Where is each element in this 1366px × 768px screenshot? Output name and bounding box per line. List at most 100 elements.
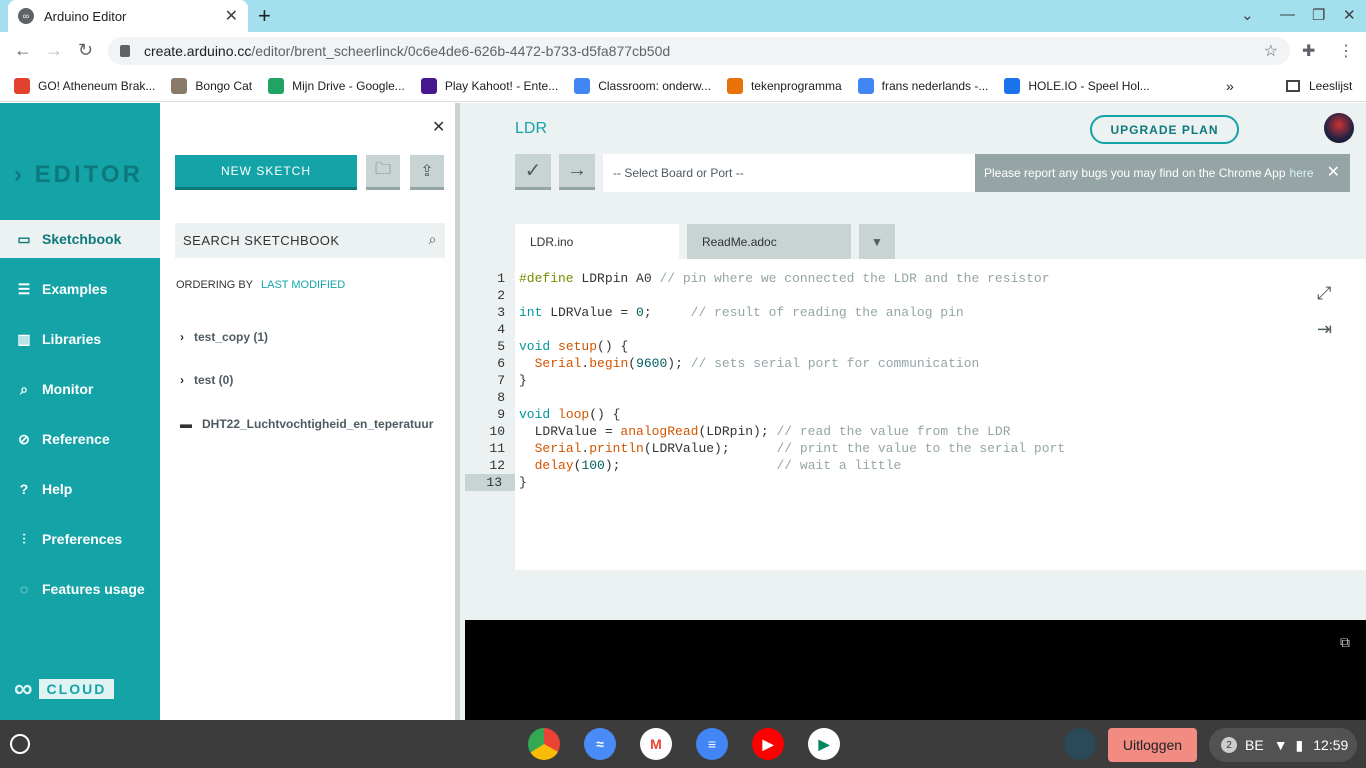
monitor-icon: ⌕: [20, 380, 28, 397]
address-bar[interactable]: create.arduino.cc/editor/brent_scheerlin…: [108, 37, 1290, 65]
bookmark-item[interactable]: GO! Atheneum Brak...: [14, 77, 156, 94]
forward-icon[interactable]: →: [45, 40, 63, 61]
close-window-icon[interactable]: ✕: [1343, 6, 1356, 24]
chevron-right-icon: ›: [180, 330, 184, 344]
keyboard-layout: BE: [1245, 737, 1264, 753]
sidebar-item-preferences[interactable]: ⫶ Preferences: [0, 520, 160, 558]
new-sketch-button[interactable]: NEW SKETCH: [175, 155, 357, 190]
bug-report-link[interactable]: here: [1290, 166, 1314, 180]
docs-app-icon[interactable]: ≡: [696, 728, 728, 760]
code-line[interactable]: void setup() {: [519, 338, 628, 355]
tab-readme-adoc[interactable]: ReadMe.adoc: [687, 224, 851, 259]
bookmark-star-icon[interactable]: ☆: [1264, 41, 1278, 61]
bookmark-item[interactable]: tekenprogramma: [726, 77, 842, 94]
close-notice-icon[interactable]: ✕: [1327, 162, 1340, 182]
code-editor[interactable]: 1 2 3 4 5 6 7 8 9 10 11 12 13 #define LDRpin A0 // p…: [465, 259, 1366, 570]
google-icon: [574, 77, 591, 94]
sidebar-item-sketchbook[interactable]: ▭ Sketchbook: [0, 220, 160, 258]
arrow-right-icon: →: [567, 159, 587, 181]
menu-icon[interactable]: ⋮: [1338, 41, 1354, 61]
code-line[interactable]: Serial.begin(9600); // sets serial port …: [519, 355, 980, 372]
sidebar-item-label: Libraries: [42, 331, 102, 347]
tab-menu-button[interactable]: ▼: [859, 224, 895, 259]
bookmark-item[interactable]: Play Kahoot! - Ente...: [420, 77, 558, 94]
close-tab-icon[interactable]: ✕: [225, 6, 238, 26]
reading-list-label[interactable]: Leeslijst: [1309, 79, 1352, 93]
code-line[interactable]: int LDRValue = 0; // result of reading t…: [519, 304, 964, 321]
logout-button[interactable]: Uitloggen: [1108, 728, 1197, 762]
play-store-app-icon[interactable]: ▶: [808, 728, 840, 760]
sidebar-item-features-usage[interactable]: ◌ Features usage: [0, 570, 160, 608]
youtube-app-icon[interactable]: ▶: [752, 728, 784, 760]
search-placeholder: SEARCH SKETCHBOOK: [183, 233, 340, 248]
gmail-app-icon[interactable]: M: [640, 728, 672, 760]
tab-ldr-ino[interactable]: LDR.ino: [515, 224, 679, 259]
code-line[interactable]: Serial.println(LDRValue); // print the v…: [519, 440, 1066, 457]
upload-sketch-button[interactable]: →: [559, 154, 595, 190]
launcher-icon[interactable]: [10, 734, 30, 754]
bookmark-item[interactable]: frans nederlands -...: [857, 77, 988, 94]
sketch-folder-test-copy[interactable]: › test_copy (1): [180, 330, 268, 344]
minimize-icon[interactable]: —: [1280, 6, 1295, 23]
indent-icon[interactable]: ⇥: [1317, 319, 1332, 340]
line-number: 9: [497, 407, 505, 422]
fullscreen-icon[interactable]: ⤢: [1317, 283, 1331, 304]
board-port-select[interactable]: -- Select Board or Port --: [603, 154, 975, 192]
upgrade-plan-button[interactable]: UPGRADE PLAN: [1090, 115, 1239, 144]
serial-console: ⧉: [465, 620, 1366, 720]
search-icon[interactable]: ⌕: [429, 231, 437, 248]
code-line[interactable]: void loop() {: [519, 406, 620, 423]
bookmark-item[interactable]: Mijn Drive - Google...: [268, 77, 405, 94]
browser-tabstrip: ∞ Arduino Editor ✕ + ⌄ — ❐ ✕: [0, 0, 1366, 32]
back-icon[interactable]: ←: [14, 40, 32, 61]
wallpaper-app-icon[interactable]: ≈: [584, 728, 616, 760]
code-line[interactable]: LDRValue = analogRead(LDRpin); // read t…: [519, 423, 1011, 440]
new-folder-button[interactable]: 🗀: [366, 155, 400, 190]
library-icon: ▥: [17, 330, 31, 347]
url-host: create.arduino.cc: [144, 43, 252, 59]
close-icon[interactable]: ✕: [432, 117, 445, 137]
reload-icon[interactable]: ↻: [78, 40, 93, 61]
checkmark-icon: ✓: [524, 160, 542, 182]
upload-button[interactable]: ⇪: [410, 155, 444, 190]
status-tray[interactable]: 2 BE ▼ ▮ 12:59: [1209, 728, 1357, 762]
code-line[interactable]: }: [519, 474, 527, 491]
reading-list-icon[interactable]: [1286, 79, 1300, 92]
code-line[interactable]: }: [519, 372, 527, 389]
paint-icon: [726, 77, 743, 94]
search-sketchbook-input[interactable]: SEARCH SKETCHBOOK ⌕: [175, 223, 445, 258]
tab-search-icon[interactable]: ⌄: [1241, 6, 1254, 24]
new-tab-button[interactable]: +: [258, 4, 271, 28]
verify-button[interactable]: ✓: [515, 154, 551, 190]
sidebar-item-libraries[interactable]: ▥ Libraries: [0, 320, 160, 358]
sidebar-item-help[interactable]: ? Help: [0, 470, 160, 508]
sidebar-item-examples[interactable]: ☰ Examples: [0, 270, 160, 308]
ordering-dropdown[interactable]: LAST MODIFIED: [261, 279, 345, 291]
bookmark-label: GO! Atheneum Brak...: [38, 78, 156, 93]
sketch-file-dht22[interactable]: ▬ DHT22_Luchtvochtigheid_en_teperatuur: [180, 417, 458, 431]
browser-tab[interactable]: ∞ Arduino Editor ✕: [8, 0, 248, 32]
sketch-name[interactable]: LDR: [515, 120, 547, 138]
copy-icon[interactable]: ⧉: [1340, 634, 1350, 651]
sidebar-item-label: Monitor: [42, 381, 94, 397]
restore-icon[interactable]: ❐: [1312, 6, 1325, 24]
code-line[interactable]: #define LDRpin A0 // pin where we connec…: [519, 270, 1050, 287]
clock: 12:59: [1313, 737, 1349, 753]
chrome-app-icon[interactable]: [528, 728, 560, 760]
s-icon: [14, 77, 30, 94]
help-icon: ?: [19, 481, 29, 497]
sketch-folder-test[interactable]: › test (0): [180, 373, 233, 387]
sidebar-item-reference[interactable]: ⊘ Reference: [0, 420, 160, 458]
user-avatar-icon[interactable]: [1064, 728, 1096, 760]
extensions-icon[interactable]: ✚: [1302, 41, 1315, 61]
line-gutter: 1 2 3 4 5 6 7 8 9 10 11 12 13: [465, 259, 515, 570]
bookmark-item[interactable]: Bongo Cat: [171, 77, 252, 94]
more-bookmarks-icon[interactable]: »: [1226, 78, 1234, 94]
sidebar-item-monitor[interactable]: ⌕ Monitor: [0, 370, 160, 408]
bookmark-item[interactable]: Classroom: onderw...: [574, 77, 711, 94]
sidebar-item-label: Features usage: [42, 581, 145, 597]
sidebar-item-label: Preferences: [42, 531, 123, 547]
bookmark-item[interactable]: HOLE.IO - Speel Hol...: [1004, 77, 1150, 94]
avatar[interactable]: [1324, 113, 1354, 143]
code-line[interactable]: delay(100); // wait a little: [519, 457, 902, 474]
